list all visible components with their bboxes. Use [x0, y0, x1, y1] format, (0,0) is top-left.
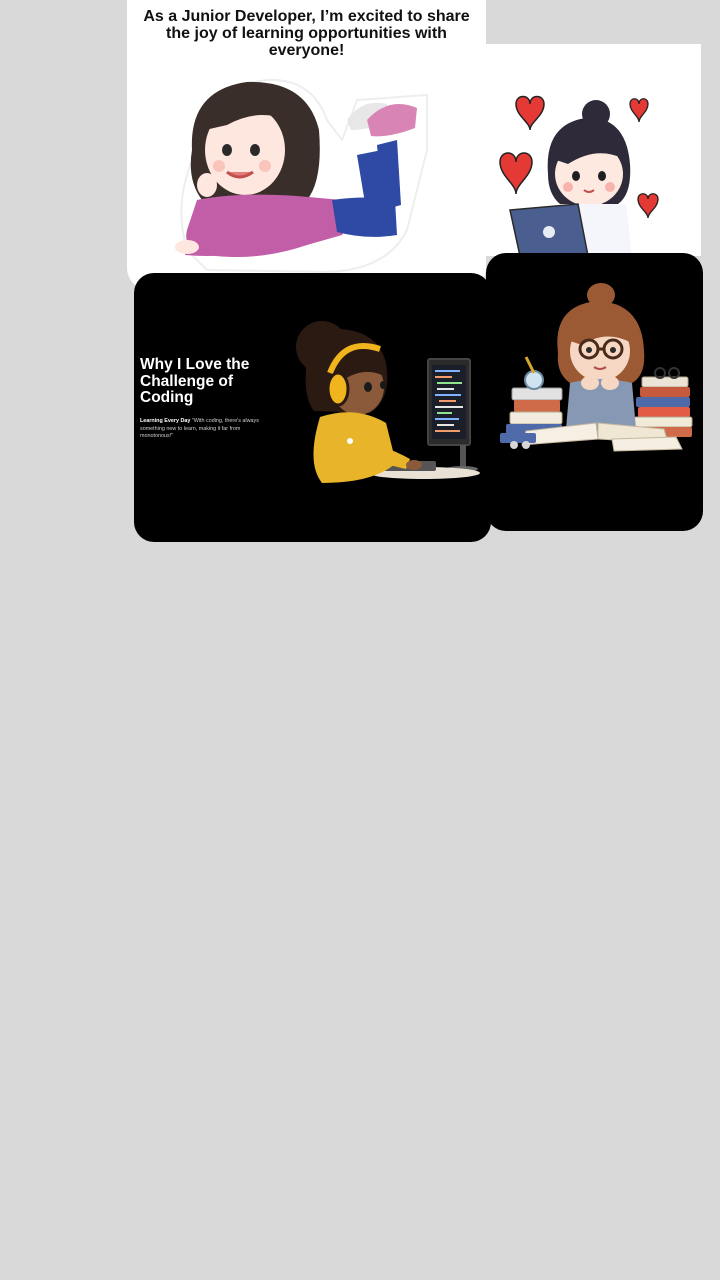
girl-with-laptop-illustration	[499, 95, 659, 256]
heart-icon	[499, 152, 533, 195]
laptop-girl-card[interactable]	[486, 44, 701, 256]
girl-lying-illustration	[175, 78, 428, 274]
heart-icon	[629, 98, 649, 123]
junior-developer-card[interactable]: As a Junior Developer, I’m excited to sh…	[127, 0, 486, 290]
girl-coding-illustration	[296, 321, 480, 483]
heart-icon	[515, 95, 545, 131]
study-girl-card[interactable]	[486, 253, 703, 531]
heart-icon	[637, 193, 659, 219]
collage-canvas: As a Junior Developer, I’m excited to sh…	[0, 0, 720, 1280]
coding-challenge-card[interactable]: Why I Love the Challenge of Coding Learn…	[134, 273, 491, 542]
girl-reading-illustration	[500, 283, 693, 452]
